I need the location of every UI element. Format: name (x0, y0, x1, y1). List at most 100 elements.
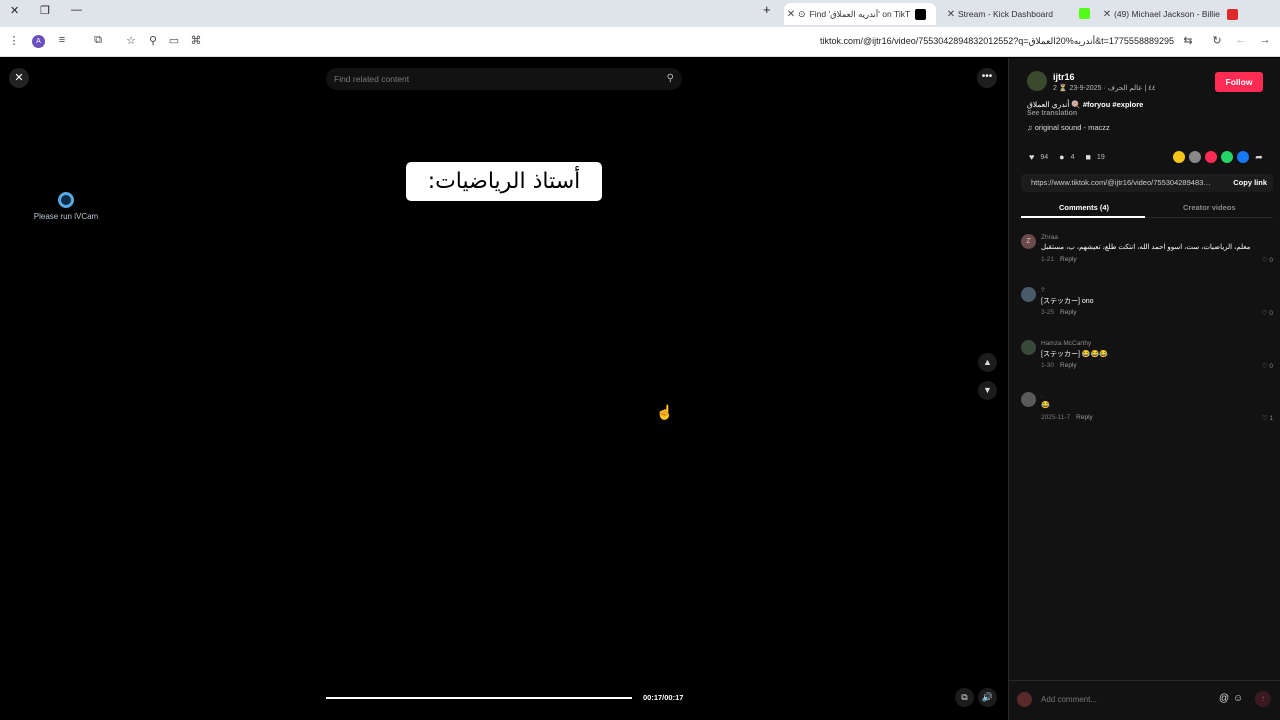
follow-button[interactable]: Follow (1215, 72, 1263, 92)
reply-link[interactable]: Reply (1060, 309, 1077, 316)
link-row: https://www.tiktok.com/@ijtr16/video/755… (1021, 174, 1273, 192)
tab-youtube[interactable]: ✕ (49) Michael Jackson - Billie Jea (1100, 3, 1250, 25)
restore-window-icon[interactable]: ❐ (40, 4, 50, 17)
comment-likes[interactable]: ♡ 1 (1262, 414, 1273, 422)
share-arrow-icon[interactable]: ➦ (1253, 151, 1265, 163)
search-placeholder: Find related content (334, 74, 410, 84)
commenter-name[interactable]: Hamza McCarthy (1041, 340, 1091, 347)
repost-icon[interactable] (1205, 151, 1217, 163)
tab-title: (49) Michael Jackson - Billie Jea (1114, 9, 1222, 19)
comment-text: معلم، الرياضيات، ست، اسوو احمد الله، انت… (1041, 244, 1251, 251)
send-comment-icon[interactable]: ↑ (1255, 691, 1271, 707)
send-to-friends-icon[interactable] (1189, 151, 1201, 163)
comment-likes[interactable]: ♡ 0 (1262, 362, 1273, 370)
video-time: 00:17/00:17 (643, 693, 684, 702)
heart-outline-icon: ♡ (1261, 310, 1268, 317)
comment-like-count: 0 (1269, 257, 1273, 264)
music-icon: ♫ (1027, 123, 1033, 132)
video-caption: أستاذ الرياضيات: (406, 162, 602, 201)
close-tab-icon[interactable]: ✕ (1100, 9, 1114, 20)
reply-link[interactable]: Reply (1060, 362, 1077, 369)
reply-link[interactable]: Reply (1076, 414, 1093, 421)
tab-search-icon[interactable]: ≡ (54, 34, 70, 46)
commenter-avatar[interactable] (1021, 287, 1036, 302)
emoji-icon[interactable]: ☺ (1233, 693, 1243, 704)
like-count: 94 (1040, 153, 1049, 161)
bookmark-star-icon[interactable]: ☆ (123, 34, 139, 47)
close-tab-icon[interactable]: ✕ (944, 9, 958, 20)
comment-likes[interactable]: ♡ 0 (1262, 256, 1273, 264)
close-window-icon[interactable]: ✕ (10, 4, 19, 17)
facebook-icon[interactable] (1237, 151, 1249, 163)
new-tab-icon[interactable]: + (763, 2, 771, 17)
volume-icon[interactable]: 🔊 (978, 688, 997, 707)
video-link[interactable]: https://www.tiktok.com/@ijtr16/video/755… (1031, 178, 1211, 187)
close-tab-icon[interactable]: ✕ (784, 9, 798, 20)
creator-avatar[interactable] (1027, 71, 1047, 91)
zoom-icon[interactable]: ⚲ (145, 34, 161, 47)
comment-icon[interactable]: ● (1059, 152, 1064, 162)
commenter-avatar[interactable] (1021, 340, 1036, 355)
extensions-icon[interactable]: ⧉ (90, 34, 106, 47)
audio-icon: ⊙ (798, 8, 806, 19)
profile-avatar[interactable]: A (32, 35, 45, 48)
see-translation-link[interactable]: See translation (1027, 110, 1077, 117)
more-icon[interactable]: ••• (977, 68, 997, 88)
tab-comments[interactable]: Comments (4) (1059, 203, 1109, 212)
bookmark-icon[interactable]: ■ (1085, 152, 1090, 162)
comment-date: 2025-11-7 (1041, 414, 1071, 421)
tab-kick[interactable]: ✕ Stream - Kick Dashboard (944, 3, 1074, 25)
ivcam-text: Please run iVCam (33, 212, 99, 221)
commenter-name[interactable]: Zhraa (1041, 234, 1058, 241)
translate-icon[interactable]: ⌘ (188, 34, 204, 47)
comment-meta: 3-25 Reply (1041, 309, 1077, 316)
comment-meta: 1-30 Reply (1041, 362, 1077, 369)
tab-title: Stream - Kick Dashboard (958, 9, 1053, 19)
hand-cursor-icon: ☝ (656, 404, 674, 420)
tiktok-favicon-icon (914, 8, 926, 20)
cast-icon[interactable]: ▭ (166, 34, 182, 47)
heart-outline-icon: ♡ (1261, 257, 1268, 264)
minimize-window-icon[interactable]: — (71, 4, 82, 16)
creator-username[interactable]: ijtr16 (1053, 72, 1075, 82)
sound-link[interactable]: ♫ original sound - maczz (1027, 123, 1110, 132)
heart-outline-icon: ♡ (1261, 363, 1268, 370)
engagement-stats: ♥ 94 ● 4 ■ 19 (1029, 152, 1110, 162)
comment-like-count: 1 (1269, 415, 1273, 422)
heart-outline-icon: ♡ (1261, 415, 1268, 422)
progress-bar[interactable] (326, 697, 632, 699)
commenter-name[interactable]: . (1041, 392, 1043, 399)
tab-creator-videos[interactable]: Creator videos (1183, 203, 1236, 212)
search-input[interactable]: Find related content ⚲ (326, 68, 682, 90)
commenter-avatar[interactable] (1021, 392, 1036, 407)
embed-icon[interactable] (1173, 151, 1185, 163)
chevron-down-icon[interactable]: ▼ (978, 381, 997, 400)
site-settings-icon[interactable]: ⇆ (1180, 34, 1196, 47)
address-bar[interactable]: tiktok.com/@ijtr16/video/755304289483201… (820, 36, 1174, 47)
reply-link[interactable]: Reply (1060, 256, 1077, 263)
reload-icon[interactable]: ↻ (1209, 34, 1225, 47)
tab-tiktok[interactable]: ✕ ⊙ Find 'أندريه العملاق' on TikT (784, 3, 936, 25)
save-count: 19 (1096, 153, 1105, 161)
back-icon[interactable]: → (1257, 34, 1273, 46)
whatsapp-icon[interactable] (1221, 151, 1233, 163)
chevron-up-icon[interactable]: ▲ (978, 353, 997, 372)
mention-icon[interactable]: @ (1219, 693, 1229, 704)
search-icon[interactable]: ⚲ (667, 68, 674, 90)
pip-icon[interactable]: ⧉ (955, 688, 974, 707)
comment-likes[interactable]: ♡ 0 (1262, 309, 1273, 317)
forward-icon[interactable]: ← (1233, 34, 1249, 46)
copy-link-button[interactable]: Copy link (1233, 178, 1267, 187)
browser-tab-strip: ✕ ❐ — + ✕ ⊙ Find 'أندريه العملاق' on Tik… (0, 0, 1280, 27)
comment-input[interactable]: Add comment... (1041, 695, 1097, 704)
hashtags[interactable]: #foryou #explore (1083, 100, 1143, 109)
menu-icon[interactable]: ⋮ (6, 34, 22, 47)
close-icon[interactable]: ✕ (9, 68, 29, 88)
heart-icon[interactable]: ♥ (1029, 152, 1034, 162)
commenter-name[interactable]: ? (1041, 287, 1045, 294)
youtube-favicon-icon (1227, 8, 1238, 20)
description-text: أندري العملاق 🍭 (1027, 100, 1081, 109)
user-avatar (1017, 692, 1032, 707)
commenter-avatar[interactable]: Z (1021, 234, 1036, 249)
video-player[interactable]: ✕ Find related content ⚲ ••• أستاذ الريا… (0, 58, 1008, 720)
